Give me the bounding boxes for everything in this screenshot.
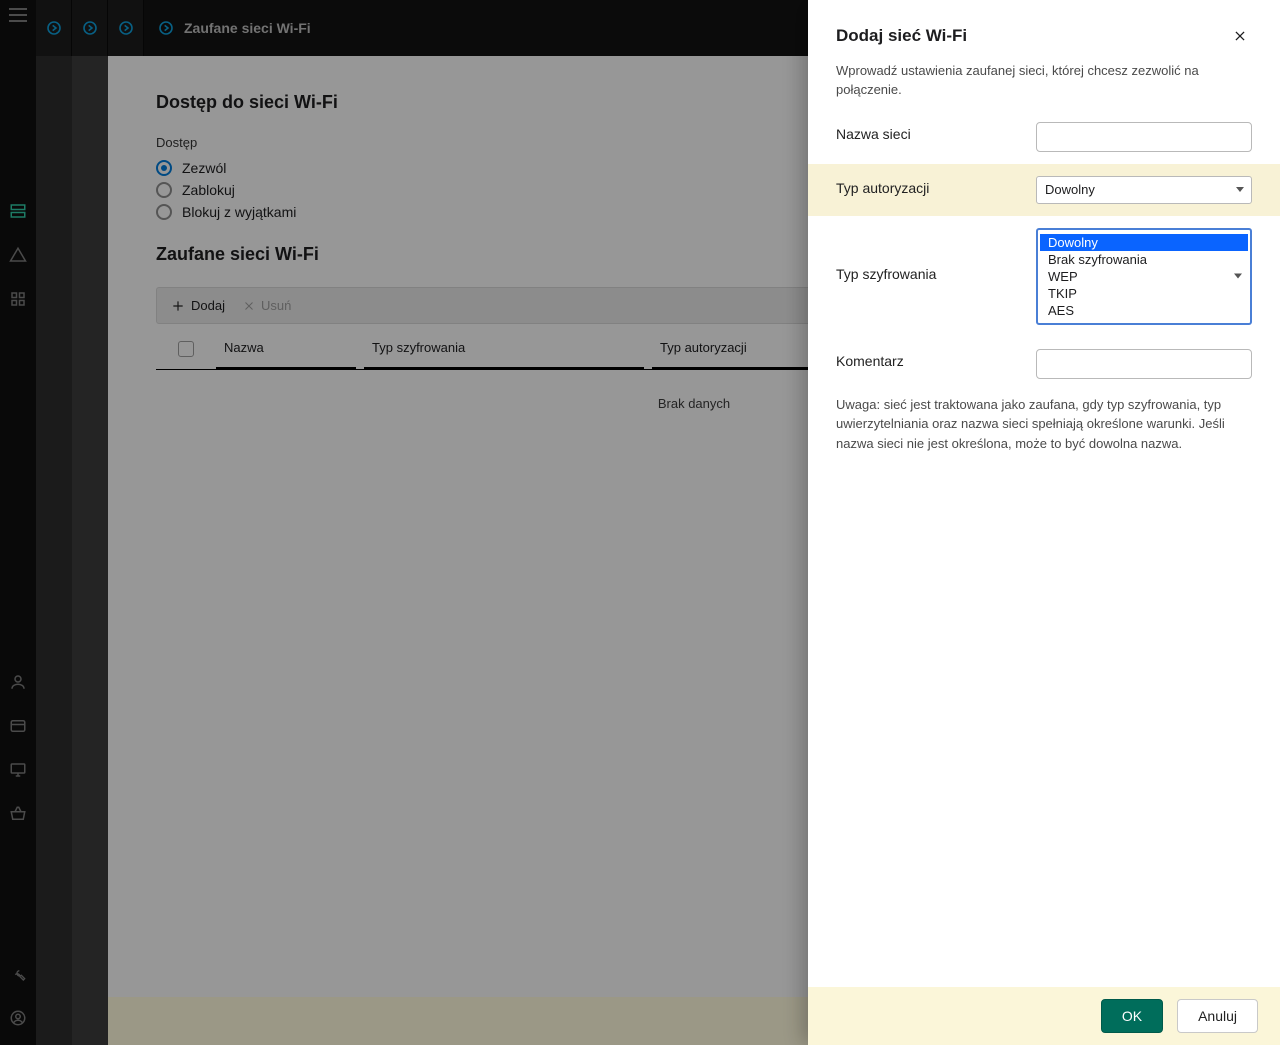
card-icon[interactable] <box>9 717 27 735</box>
add-button[interactable]: Dodaj <box>171 298 225 313</box>
close-icon <box>1233 29 1247 43</box>
enc-option[interactable]: AES <box>1040 302 1248 319</box>
select-all-checkbox[interactable] <box>178 341 194 357</box>
wrench-icon[interactable] <box>9 965 27 983</box>
plus-icon <box>171 299 185 313</box>
label-comment: Komentarz <box>836 349 1036 369</box>
crumb-2[interactable] <box>72 0 108 56</box>
rail-item-1[interactable] <box>9 202 27 220</box>
col-name[interactable]: Nazwa <box>216 328 356 369</box>
network-name-input[interactable] <box>1036 122 1252 152</box>
auth-type-value: Dowolny <box>1045 182 1095 197</box>
label-network-name: Nazwa sieci <box>836 122 1036 142</box>
dialog-note: Uwaga: sieć jest traktowana jako zaufana… <box>836 395 1252 454</box>
radio-except-label: Blokuj z wyjątkami <box>182 204 296 220</box>
enc-type-listbox[interactable]: DowolnyBrak szyfrowaniaWEPTKIPAES <box>1036 228 1252 325</box>
col-enc[interactable]: Typ szyfrowania <box>364 328 644 369</box>
basket-icon[interactable] <box>9 805 27 823</box>
label-auth-type: Typ autoryzacji <box>836 176 1036 196</box>
cancel-button[interactable]: Anuluj <box>1177 999 1258 1033</box>
rail-item-3[interactable] <box>9 290 27 308</box>
crumb-spacer-1 <box>36 56 72 1045</box>
account-icon[interactable] <box>9 1009 27 1027</box>
crumb-1[interactable] <box>36 0 72 56</box>
enc-option[interactable]: TKIP <box>1040 285 1248 302</box>
add-label: Dodaj <box>191 298 225 313</box>
close-button[interactable] <box>1228 24 1252 48</box>
radio-icon <box>156 160 172 176</box>
monitor-icon[interactable] <box>9 761 27 779</box>
label-enc-type: Typ szyfrowania <box>836 228 1036 282</box>
dialog-title: Dodaj sieć Wi-Fi <box>836 26 967 46</box>
delete-label: Usuń <box>261 298 291 313</box>
comment-input[interactable] <box>1036 349 1252 379</box>
auth-type-select[interactable]: Dowolny <box>1036 176 1252 204</box>
left-rail <box>0 0 36 1045</box>
delete-button[interactable]: Usuń <box>243 298 291 313</box>
menu-icon[interactable] <box>9 8 27 22</box>
crumb-spacer-2 <box>72 56 108 1045</box>
ok-label: OK <box>1122 1008 1142 1024</box>
breadcrumb-title: Zaufane sieci Wi-Fi <box>184 20 311 36</box>
breadcrumb-current: Zaufane sieci Wi-Fi <box>144 0 325 56</box>
enc-option[interactable]: Dowolny <box>1040 234 1248 251</box>
enc-option[interactable]: WEP <box>1040 268 1248 285</box>
radio-allow-label: Zezwól <box>182 160 226 176</box>
radio-icon <box>156 204 172 220</box>
close-icon <box>243 300 255 312</box>
cancel-label: Anuluj <box>1198 1008 1237 1024</box>
rail-item-2[interactable] <box>9 246 27 264</box>
enc-option[interactable]: Brak szyfrowania <box>1040 251 1248 268</box>
ok-button[interactable]: OK <box>1101 999 1163 1033</box>
users-icon[interactable] <box>9 673 27 691</box>
crumb-3[interactable] <box>108 0 144 56</box>
radio-icon <box>156 182 172 198</box>
dialog-help: Wprowadź ustawienia zaufanej sieci, któr… <box>836 62 1252 100</box>
dialog-footer: OK Anuluj <box>808 987 1280 1045</box>
add-wifi-dialog: Dodaj sieć Wi-Fi Wprowadź ustawienia zau… <box>808 0 1280 1045</box>
radio-block-label: Zablokuj <box>182 182 235 198</box>
